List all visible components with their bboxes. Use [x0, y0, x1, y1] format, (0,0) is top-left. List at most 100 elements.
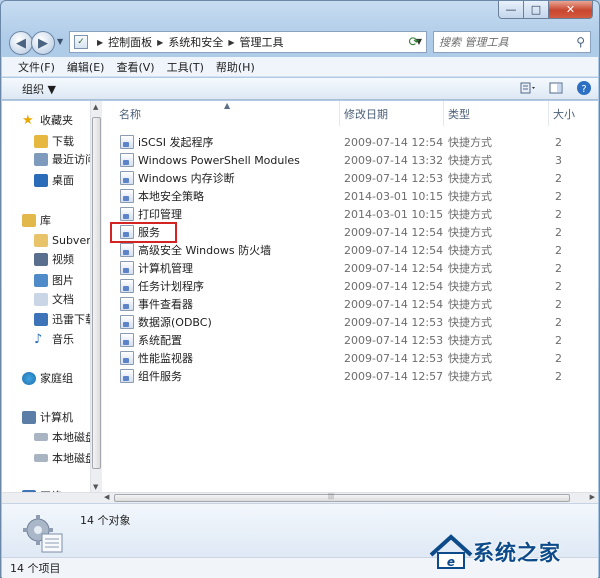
downloads-icon: [34, 134, 48, 148]
item-count: 14 个项目: [10, 562, 61, 575]
menu-tools[interactable]: 工具(T): [161, 59, 210, 75]
folder-icon: [34, 233, 48, 247]
view-options-icon[interactable]: [520, 81, 536, 95]
file-date: 2009-07-14 12:54: [344, 135, 444, 149]
file-date: 2009-07-14 12:53: [344, 315, 444, 329]
file-name: 事件查看器: [138, 298, 193, 311]
command-bar: 组织 ▼ ?: [2, 78, 598, 100]
file-row[interactable]: 高级安全 Windows 防火墙 2009-07-14 12:54 快捷方式 2: [104, 241, 598, 259]
nav-recent[interactable]: 最近访问: [34, 150, 90, 168]
file-row[interactable]: 服务 2009-07-14 12:54 快捷方式 2: [104, 223, 598, 241]
scroll-grip-icon: |||: [328, 493, 335, 500]
file-row[interactable]: 本地安全策略 2014-03-01 10:15 快捷方式 2: [104, 187, 598, 205]
file-size: 2: [555, 135, 562, 149]
breadcrumb-admin-tools[interactable]: 管理工具: [239, 34, 283, 50]
arrow-left-icon: ◀: [16, 35, 26, 51]
crumb-separator-icon[interactable]: ▶: [157, 38, 163, 47]
file-name: 打印管理: [138, 208, 182, 221]
nav-favorites[interactable]: ★ 收藏夹: [22, 111, 90, 129]
nav-thunder-downloads[interactable]: 迅雷下载: [34, 310, 90, 328]
breadcrumb-control-panel[interactable]: 控制面板: [108, 34, 152, 50]
sort-indicator-icon: ▲: [224, 101, 231, 110]
nav-music[interactable]: ♪ 音乐: [34, 330, 90, 348]
nav-documents[interactable]: 文档: [34, 290, 90, 308]
nav-pictures[interactable]: 图片: [34, 271, 90, 289]
forward-button[interactable]: ▶: [31, 31, 55, 55]
crumb-separator-icon[interactable]: ▶: [97, 38, 103, 47]
nav-subversion[interactable]: Subvers: [34, 231, 90, 249]
scroll-right-icon[interactable]: ▶: [590, 493, 595, 501]
file-size: 2: [555, 333, 562, 347]
file-row[interactable]: 计算机管理 2009-07-14 12:54 快捷方式 2: [104, 259, 598, 277]
menu-help[interactable]: 帮助(H): [210, 59, 261, 75]
file-type: 快捷方式: [448, 208, 492, 221]
file-row[interactable]: 任务计划程序 2009-07-14 12:54 快捷方式 2: [104, 277, 598, 295]
search-icon[interactable]: ⚲: [576, 35, 585, 49]
file-row[interactable]: Windows 内存诊断 2009-07-14 12:53 快捷方式 2: [104, 169, 598, 187]
scroll-down-icon[interactable]: ▼: [93, 483, 98, 491]
file-row[interactable]: 性能监视器 2009-07-14 12:53 快捷方式 2: [104, 349, 598, 367]
nav-libraries[interactable]: 库: [22, 211, 90, 229]
nav-downloads[interactable]: 下载: [34, 132, 90, 150]
menu-edit[interactable]: 编辑(E): [61, 59, 111, 75]
nav-computer[interactable]: 计算机: [22, 408, 90, 426]
back-button[interactable]: ◀: [9, 31, 33, 55]
thunder-icon: [34, 312, 48, 326]
organize-button[interactable]: 组织 ▼: [22, 81, 56, 97]
object-count: 14 个对象: [80, 514, 131, 527]
nav-scroll-thumb[interactable]: [92, 117, 101, 469]
maximize-button[interactable]: □: [524, 1, 549, 19]
nav-scrollbar[interactable]: ▲ ▼: [90, 101, 102, 493]
minimize-button[interactable]: —: [498, 1, 524, 19]
column-header-name[interactable]: 名称: [104, 101, 340, 126]
file-size: 2: [555, 243, 562, 257]
address-bar[interactable]: ✓ ▶ 控制面板 ▶ 系统和安全 ▶ 管理工具 ▼: [69, 31, 427, 53]
control-panel-icon: ✓: [74, 35, 88, 49]
file-row[interactable]: Windows PowerShell Modules 2009-07-14 13:…: [104, 151, 598, 169]
file-name: 组件服务: [138, 370, 182, 383]
help-icon[interactable]: ?: [576, 81, 592, 95]
nav-videos[interactable]: 视频: [34, 250, 90, 268]
refresh-icon: ⟳: [408, 34, 420, 50]
shortcut-icon: [120, 261, 134, 275]
file-size: 2: [555, 351, 562, 365]
watermark-text: 系统之家: [473, 541, 561, 565]
file-name: 任务计划程序: [138, 280, 204, 293]
file-name: 数据源(ODBC): [138, 316, 212, 329]
file-row[interactable]: 事件查看器 2009-07-14 12:54 快捷方式 2: [104, 295, 598, 313]
history-dropdown-icon[interactable]: ▼: [57, 37, 63, 46]
horizontal-scroll-thumb[interactable]: [114, 494, 570, 502]
scroll-up-icon[interactable]: ▲: [93, 103, 98, 111]
file-name-cell: 事件查看器: [120, 296, 193, 312]
crumb-separator-icon[interactable]: ▶: [228, 38, 234, 47]
file-name-cell: 打印管理: [120, 206, 182, 222]
preview-pane-icon[interactable]: [548, 81, 564, 95]
horizontal-scrollbar[interactable]: ◀ ||| ▶: [2, 492, 598, 503]
file-row[interactable]: 组件服务 2009-07-14 12:57 快捷方式 2: [104, 367, 598, 385]
file-row[interactable]: 数据源(ODBC) 2009-07-14 12:53 快捷方式 2: [104, 313, 598, 331]
shortcut-icon: [120, 351, 134, 365]
file-row[interactable]: iSCSI 发起程序 2009-07-14 12:54 快捷方式 2: [104, 133, 598, 151]
column-header-size[interactable]: 大小: [549, 101, 598, 126]
nav-local-disk-c[interactable]: 本地磁盘: [34, 428, 90, 446]
computer-icon: [22, 410, 36, 424]
file-row[interactable]: 打印管理 2014-03-01 10:15 快捷方式 2: [104, 205, 598, 223]
menu-file[interactable]: 文件(F): [12, 59, 61, 75]
shortcut-icon: [120, 297, 134, 311]
file-date: 2009-07-14 12:57: [344, 369, 444, 383]
shortcut-icon: [120, 315, 134, 329]
nav-homegroup[interactable]: 家庭组: [22, 369, 90, 387]
breadcrumb-system-security[interactable]: 系统和安全: [168, 34, 223, 50]
nav-desktop[interactable]: 桌面: [34, 171, 90, 189]
refresh-button[interactable]: ⟳: [403, 32, 425, 52]
column-header-date[interactable]: 修改日期: [340, 101, 444, 126]
search-input[interactable]: 搜索 管理工具 ⚲: [433, 31, 591, 53]
menu-view[interactable]: 查看(V): [110, 59, 160, 75]
close-button[interactable]: ✕: [549, 1, 593, 19]
shortcut-icon: [120, 135, 134, 149]
file-row[interactable]: 系统配置 2009-07-14 12:53 快捷方式 2: [104, 331, 598, 349]
scroll-left-icon[interactable]: ◀: [104, 493, 109, 501]
nav-local-disk-d[interactable]: 本地磁盘: [34, 449, 90, 467]
column-header-type[interactable]: 类型: [444, 101, 549, 126]
file-type: 快捷方式: [448, 298, 492, 311]
